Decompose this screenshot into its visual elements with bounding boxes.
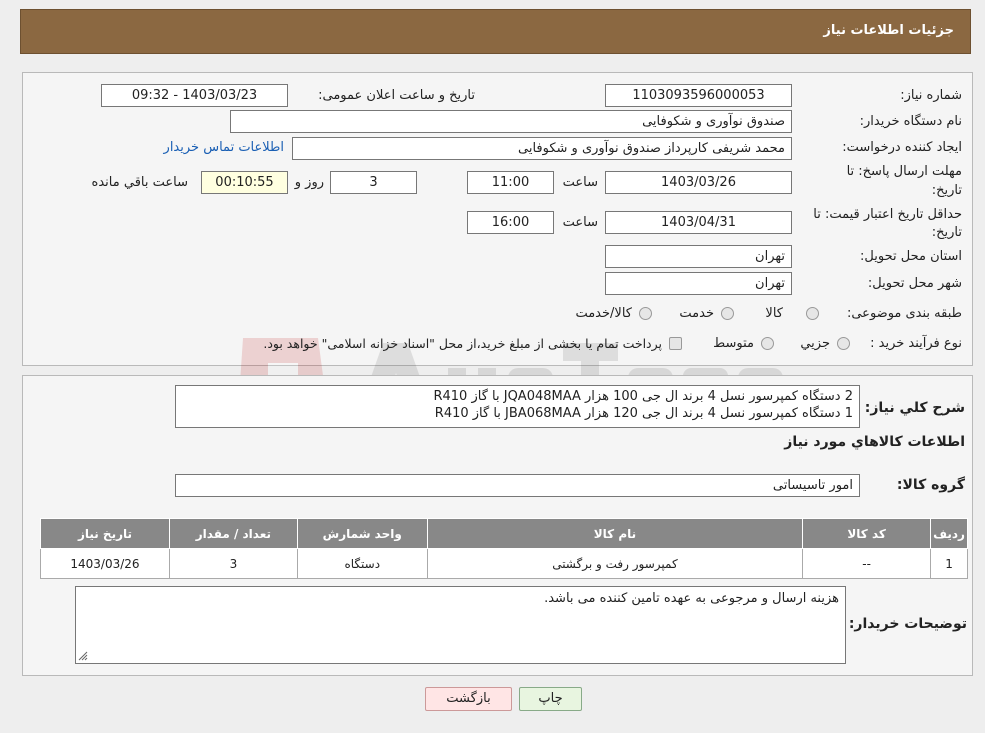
days-field: 3 [330,171,417,194]
summary-line-2: 1 دستگاه کمپرسور نسل 4 برند ال جی 120 هز… [434,406,853,421]
process-minor-label: جزیي [800,336,830,351]
goods-group-field: امور تاسیساتی [175,474,860,497]
validity-label-date: تاریخ: [931,225,962,240]
category-goods-service-radio[interactable] [639,307,652,320]
city-label: شهر محل تحویل: [867,276,962,291]
announce-datetime-field: 1403/03/23 - 09:32 [101,84,288,107]
validity-label: حداقل تاریخ اعتبار قیمت: تا [813,207,962,222]
col-need-date: تاریخ نیاز [40,518,170,549]
cell-need-date: 1403/03/26 [40,548,170,579]
need-info-panel: شماره نیاز: 1103093596000053 تاریخ و ساع… [22,72,973,443]
page-title: جزئیات اطلاعات نیاز [823,23,954,38]
validity-time-field: 16:00 [467,211,554,234]
buyer-org-field: صندوق نوآوری و شکوفایی [230,110,792,133]
process-medium-label: متوسط [713,336,754,351]
col-item-name: نام کالا [426,518,804,549]
goods-group-label: گروه کالا: [896,477,965,493]
days-label: روز و [294,175,324,190]
buyer-contact-link[interactable]: اطلاعات تماس خریدار [164,140,284,155]
treasury-checkbox[interactable] [669,337,682,350]
cell-quantity: 3 [168,548,298,579]
announce-datetime-label: تاریخ و ساعت اعلان عمومی: [318,88,475,103]
remaining-time-field: 00:10:55 [201,171,288,194]
summary-label: شرح کلي نياز: [864,400,965,416]
resize-grip-icon[interactable] [78,651,88,661]
province-field: تهران [605,245,792,268]
remaining-time-label: ساعت باقي مانده [91,175,188,190]
validity-date-field: 1403/04/31 [605,211,792,234]
deadline-label: مهلت ارسال پاسخ: تا [846,164,962,179]
deadline-time-field: 11:00 [467,171,554,194]
process-medium-radio[interactable] [761,337,774,350]
cell-item-code: -- [802,548,932,579]
deadline-date-field: 1403/03/26 [605,171,792,194]
cell-unit: دستگاه [296,548,428,579]
process-note: پرداخت تمام یا بخشی از مبلغ خرید،از محل … [263,336,662,351]
process-label: نوع فرآیند خرید : [870,336,962,351]
summary-line-1: 2 دستگاه کمپرسور نسل 4 برند ال جی 100 هز… [433,389,853,404]
buyer-notes-textarea: هزینه ارسال و مرجوعی به عهده تامین کننده… [75,586,846,664]
category-goods-service-label: كالا/خدمت [575,306,632,321]
cell-item-name: کمپرسور رفت و برگشتی [426,548,804,579]
table-row: 1 -- کمپرسور رفت و برگشتی دستگاه 3 1403/… [40,548,968,579]
creator-label: ایجاد کننده درخواست: [842,140,962,155]
col-item-code: کد کالا [802,518,932,549]
creator-field: محمد شریفی کارپرداز صندوق نوآوری و شکوفا… [292,137,792,160]
col-unit: واحد شمارش [296,518,428,549]
col-row-number: ردیف [930,518,968,549]
back-button[interactable]: بازگشت [425,687,512,711]
goods-table: ردیف کد کالا نام کالا واحد شمارش تعداد /… [40,518,968,579]
buyer-org-label: نام دستگاه خریدار: [859,114,962,129]
category-label: طبقه بندی موضوعی: [846,306,962,321]
need-number-field: 1103093596000053 [605,84,792,107]
category-service-label: خدمت [679,306,714,321]
deadline-time-label: ساعت [562,175,598,190]
buyer-notes-text: هزینه ارسال و مرجوعی به عهده تامین کننده… [544,591,839,606]
deadline-label-date: تاریخ: [931,183,962,198]
goods-table-header: ردیف کد کالا نام کالا واحد شمارش تعداد /… [40,518,968,549]
print-button[interactable]: چاپ [519,687,582,711]
process-minor-radio[interactable] [837,337,850,350]
col-quantity: تعداد / مقدار [168,518,298,549]
city-field: تهران [605,272,792,295]
page-header: جزئیات اطلاعات نیاز [20,9,971,54]
cell-row-number: 1 [930,548,968,579]
category-goods-label: كالا [765,306,783,321]
category-service-radio[interactable] [721,307,734,320]
summary-textarea: 2 دستگاه کمپرسور نسل 4 برند ال جی 100 هز… [175,385,860,428]
need-number-label: شماره نیاز: [900,88,962,103]
category-goods-radio[interactable] [806,307,819,320]
goods-info-title: اطلاعات کالاهاي مورد نياز [784,434,965,450]
province-label: استان محل تحویل: [860,249,962,264]
buyer-notes-label: توضیحات خریدار: [848,616,967,632]
validity-time-label: ساعت [562,215,598,230]
